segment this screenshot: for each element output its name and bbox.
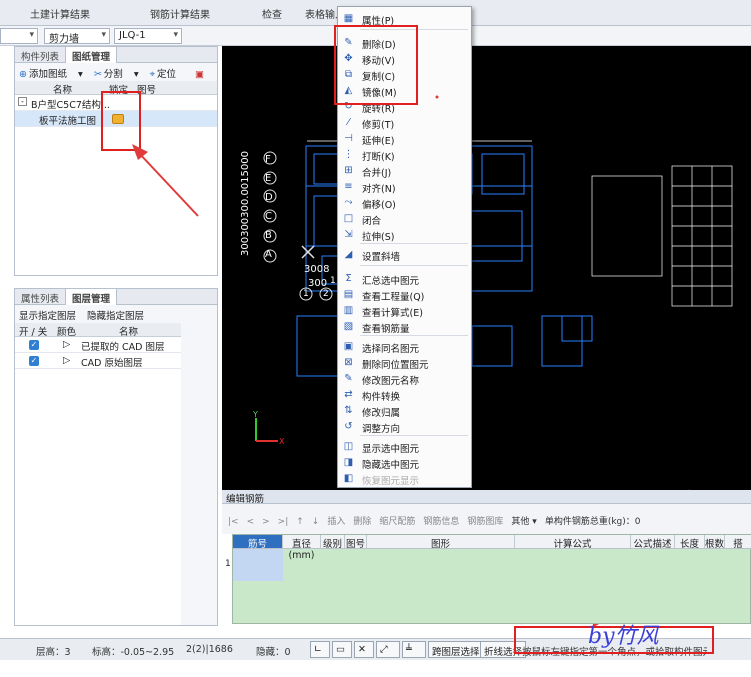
edit-toolbar-item[interactable]: 缩尺配筋 xyxy=(379,517,415,527)
floor-height: 层高：3 xyxy=(36,647,71,658)
table-column-header: 直径(mm) xyxy=(283,535,321,561)
edit-toolbar-item[interactable]: ↓ xyxy=(312,517,320,527)
table-column-header: 计算公式 xyxy=(515,535,631,550)
table-column-header: 级别 xyxy=(321,535,345,550)
table-column-header: 搭 xyxy=(725,535,751,550)
row-number: 1 xyxy=(225,559,231,569)
table-column-header: 根数 xyxy=(705,535,725,550)
rebar-table: 1 筋号 直径(mm) 级别 图号 图形 计算公式 公式描述 长度 根数搭 xyxy=(225,534,751,624)
edit-toolbar-item[interactable]: 删除 xyxy=(353,517,371,527)
edit-toolbar-item[interactable]: ↑ xyxy=(296,517,304,527)
table-column-header: 公式描述 xyxy=(631,535,675,550)
selected-cell[interactable] xyxy=(233,549,283,581)
table-column-header: 筋号 xyxy=(233,535,283,550)
edit-toolbar-item[interactable]: 钢筋图库 xyxy=(467,517,503,527)
edit-toolbar-item[interactable]: 其他 ▾ xyxy=(511,517,536,527)
table-column-header: 长度 xyxy=(675,535,705,550)
ortho-icon[interactable]: ∟ xyxy=(310,641,330,658)
edit-rebar-title: 编辑钢筋 xyxy=(222,490,751,505)
snap-icon[interactable]: ⤢ xyxy=(376,641,400,658)
cross-icon[interactable]: ✕ xyxy=(354,641,374,658)
selection-count: 2(2)|1686 xyxy=(186,644,233,655)
edit-toolbar-item[interactable]: 钢筋信息 xyxy=(423,517,459,527)
edit-toolbar-item[interactable]: < xyxy=(247,517,255,527)
cross-layer-select-button[interactable]: 跨图层选择 xyxy=(428,641,484,658)
select-box-icon[interactable]: ▭ xyxy=(332,641,352,658)
elevation: 标高：-0.05~2.95 xyxy=(92,647,175,658)
osnap-icon[interactable]: ╧ xyxy=(402,641,426,658)
table-column-header: 图形 xyxy=(367,535,515,550)
edit-rebar-toolbar: |< < > >| ↑ ↓ 插入 删除 缩尺配筋 钢筋信息 钢筋图库 其他 ▾ 单构件钢筋总重(kg)：… xyxy=(222,504,751,534)
hidden-count: 隐藏：0 xyxy=(256,647,291,658)
table-column-header: 图号 xyxy=(345,535,367,550)
watermark: by竹风 xyxy=(588,624,659,649)
edit-toolbar-item: 单构件钢筋总重(kg)：0 xyxy=(544,517,641,527)
edit-toolbar-item[interactable]: > xyxy=(262,517,270,527)
edit-toolbar-item[interactable]: >| xyxy=(278,517,289,527)
edit-toolbar-item[interactable]: 插入 xyxy=(327,517,345,527)
edit-toolbar-item[interactable]: |< xyxy=(228,517,239,527)
